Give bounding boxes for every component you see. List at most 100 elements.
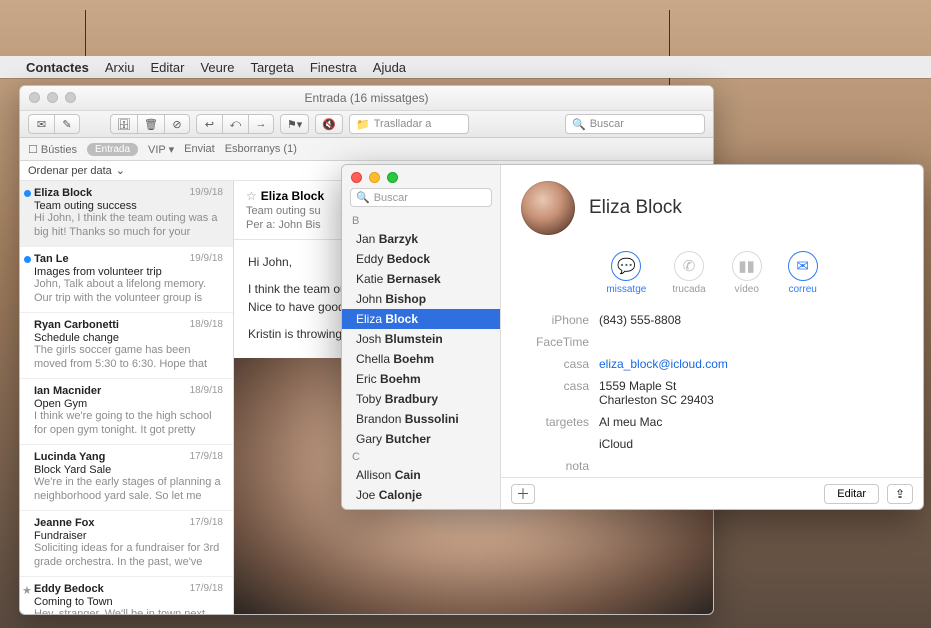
- contact-list-item[interactable]: Allison Cain: [342, 465, 500, 485]
- add-button[interactable]: ＋: [511, 484, 535, 504]
- minimize-icon[interactable]: [369, 172, 380, 183]
- message-subject: Open Gym: [34, 398, 223, 410]
- contact-list-item[interactable]: Chella Boehm: [342, 349, 500, 369]
- close-icon[interactable]: [29, 92, 40, 103]
- field-value: Al meu Mac: [599, 415, 662, 429]
- flag-button[interactable]: ⚑▾: [280, 114, 309, 134]
- contacts-window: 🔍 Buscar BJan BarzykEddy BedockKatie Ber…: [341, 164, 924, 510]
- move-to-field[interactable]: 📁 Traslladar a: [349, 114, 469, 134]
- share-button[interactable]: ⇪: [887, 484, 913, 504]
- message-row[interactable]: Ian Macnider18/9/18Open GymI think we're…: [20, 379, 233, 445]
- field-label: iPhone: [521, 313, 599, 327]
- mail-action[interactable]: ✉correu: [788, 251, 818, 295]
- reply-all-button[interactable]: ⤺: [222, 114, 248, 134]
- close-icon[interactable]: [351, 172, 362, 183]
- tab-sent[interactable]: Enviat: [184, 143, 215, 155]
- message-row[interactable]: Jeanne Fox17/9/18FundraiserSoliciting id…: [20, 511, 233, 577]
- zoom-icon[interactable]: [387, 172, 398, 183]
- contact-list-item[interactable]: Joe Calonje: [342, 485, 500, 505]
- field-label: FaceTime: [521, 335, 599, 349]
- contacts-traffic-lights: [342, 165, 500, 188]
- junk-button[interactable]: ⊘: [164, 114, 190, 134]
- sort-label: Ordenar per data: [28, 165, 112, 177]
- field-value[interactable]: eliza_block@icloud.com: [599, 357, 728, 371]
- search-icon: 🔍: [572, 118, 586, 131]
- contact-actions: 💬missatge ✆trucada ▮▮vídeo ✉correu: [501, 245, 923, 309]
- field-label: nota: [521, 459, 599, 473]
- tab-drafts[interactable]: Esborranys (1): [225, 143, 297, 155]
- mail-search-field[interactable]: 🔍 Buscar: [565, 114, 705, 134]
- edit-button[interactable]: Editar: [824, 484, 879, 504]
- video-action[interactable]: ▮▮vídeo: [732, 251, 762, 295]
- message-preview: Soliciting ideas for a fundraiser for 3r…: [34, 542, 223, 570]
- menubar-app[interactable]: Contactes: [26, 60, 89, 75]
- contact-list-item[interactable]: John Bishop: [342, 289, 500, 309]
- contact-list-item[interactable]: Brandon Bussolini: [342, 409, 500, 429]
- minimize-icon[interactable]: [47, 92, 58, 103]
- chevron-down-icon: ⌄: [116, 164, 125, 177]
- contact-list-item[interactable]: Eddy Bedock: [342, 249, 500, 269]
- contact-list-item[interactable]: Jan Barzyk: [342, 229, 500, 249]
- forward-button[interactable]: →: [248, 114, 274, 134]
- message-preview: We're in the early stages of planning a …: [34, 476, 223, 504]
- tab-vip[interactable]: VIP ▾: [148, 143, 174, 156]
- reply-button[interactable]: ↩: [196, 114, 222, 134]
- menubar-item[interactable]: Arxiu: [105, 60, 135, 75]
- archive-button[interactable]: 🗄: [110, 114, 137, 134]
- message-row[interactable]: Eliza Block19/9/18Team outing successHi …: [20, 181, 233, 247]
- field-value[interactable]: (843) 555-8808: [599, 313, 681, 327]
- message-date: 17/9/18: [190, 451, 223, 462]
- unread-dot-icon: [24, 256, 31, 263]
- mail-icon: ✉: [796, 257, 809, 275]
- delete-button[interactable]: 🗑: [137, 114, 164, 134]
- contact-fields: iPhone(843) 555-8808 FaceTime casaeliza_…: [501, 309, 923, 477]
- message-date: 17/9/18: [190, 583, 223, 594]
- message-date: 19/9/18: [190, 187, 223, 198]
- get-mail-button[interactable]: ✉: [28, 114, 54, 134]
- tab-inbox[interactable]: Entrada: [87, 143, 138, 156]
- contact-list-item[interactable]: Josh Blumstein: [342, 329, 500, 349]
- contact-list-item[interactable]: Eliza Block: [342, 309, 500, 329]
- star-icon: ★: [22, 584, 32, 597]
- contact-list-item[interactable]: Eric Boehm: [342, 369, 500, 389]
- contact-list-item[interactable]: Katie Bernasek: [342, 269, 500, 289]
- list-section-letter: B: [342, 213, 500, 229]
- contacts-search-field[interactable]: 🔍 Buscar: [350, 188, 492, 207]
- mute-button[interactable]: 🔇: [315, 114, 343, 134]
- menubar-item[interactable]: Veure: [200, 60, 234, 75]
- avatar: [521, 181, 575, 235]
- message-row[interactable]: Ryan Carbonetti18/9/18Schedule changeThe…: [20, 313, 233, 379]
- message-preview: Hi John, I think the team outing was a b…: [34, 212, 223, 240]
- contact-list-item[interactable]: Toby Bradbury: [342, 389, 500, 409]
- zoom-icon[interactable]: [65, 92, 76, 103]
- message-subject: Images from volunteer trip: [34, 266, 223, 278]
- callout-line: [85, 10, 86, 56]
- contact-card: Eliza Block 💬missatge ✆trucada ▮▮vídeo ✉…: [501, 165, 923, 509]
- menubar-item[interactable]: Finestra: [310, 60, 357, 75]
- mailboxes-toggle[interactable]: ☐ Bústies: [28, 143, 77, 156]
- message-row[interactable]: Tan Le19/9/18Images from volunteer tripJ…: [20, 247, 233, 313]
- mail-traffic-lights: [29, 92, 76, 103]
- compose-button[interactable]: ✎: [54, 114, 80, 134]
- menubar-item[interactable]: Targeta: [250, 60, 293, 75]
- message-subject: Block Yard Sale: [34, 464, 223, 476]
- message-row[interactable]: Lucinda Yang17/9/18Block Yard SaleWe're …: [20, 445, 233, 511]
- message-subject: Team outing success: [34, 200, 223, 212]
- message-date: 17/9/18: [190, 517, 223, 528]
- mail-favorites-bar: ☐ Bústies Entrada VIP ▾ Enviat Esborrany…: [20, 138, 713, 161]
- message-preview: John, Talk about a lifelong memory. Our …: [34, 278, 223, 306]
- contact-card-footer: ＋ Editar ⇪: [501, 477, 923, 509]
- menubar-item[interactable]: Ajuda: [373, 60, 406, 75]
- message-icon: 💬: [617, 257, 636, 275]
- contact-list-item[interactable]: Gary Butcher: [342, 429, 500, 449]
- call-action[interactable]: ✆trucada: [672, 251, 705, 295]
- message-action[interactable]: 💬missatge: [606, 251, 646, 295]
- message-row[interactable]: ★Eddy Bedock17/9/18Coming to TownHey, st…: [20, 577, 233, 614]
- menubar-item[interactable]: Editar: [150, 60, 184, 75]
- field-value[interactable]: 1559 Maple StCharleston SC 29403: [599, 379, 714, 407]
- field-label: targetes: [521, 415, 599, 429]
- star-icon[interactable]: ☆: [246, 189, 257, 203]
- field-value: iCloud: [599, 437, 633, 451]
- search-placeholder: Buscar: [374, 192, 408, 204]
- contacts-list: BJan BarzykEddy BedockKatie BernasekJohn…: [342, 213, 500, 509]
